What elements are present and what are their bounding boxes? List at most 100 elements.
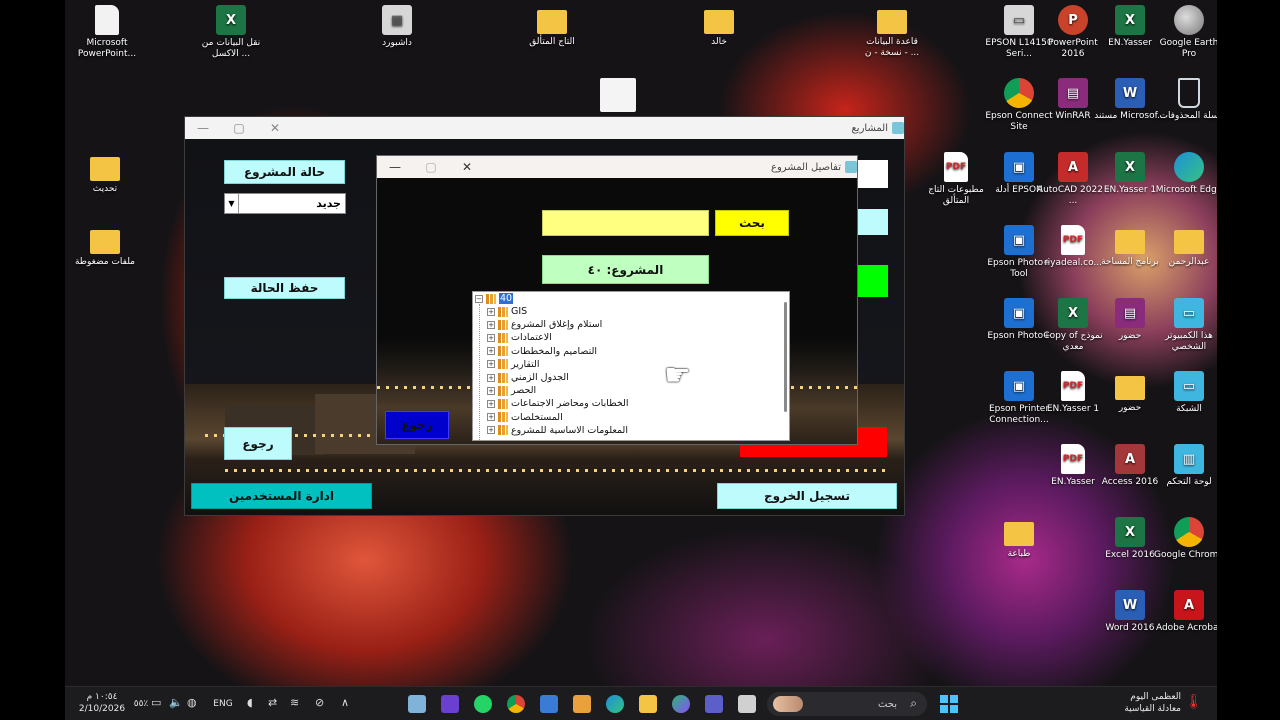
desktop-icon[interactable]: ▭ هذا الكمبيوتر الشخصي [1152, 298, 1217, 353]
project-details-titlebar[interactable]: تفاصيل المشروع — ▢ ✕ [377, 156, 857, 178]
desktop-icon[interactable]: ملفات مضغوطة [68, 225, 142, 268]
close-icon[interactable]: ✕ [257, 117, 293, 139]
desktop-icon[interactable]: خالد [682, 5, 756, 48]
taskbar-search-placeholder: بحث [877, 698, 897, 710]
epson-manual-icon: ▣ [1004, 152, 1034, 182]
taskbar-app-projects[interactable] [408, 695, 426, 713]
taskbar-task-view[interactable] [738, 695, 756, 713]
desktop-icon[interactable]: ▥ لوحة التحكم [1152, 444, 1217, 488]
expand-icon[interactable]: + [487, 413, 495, 422]
taskbar-copilot[interactable] [672, 695, 690, 713]
tree-item[interactable]: + استلام وإغلاق المشروع [487, 318, 602, 331]
projects-window-titlebar[interactable]: المشاريع — ▢ ✕ [185, 117, 904, 139]
project-status-dropdown[interactable]: ▼ جديد [224, 193, 346, 214]
folder-icon [498, 359, 508, 370]
expand-icon[interactable]: + [487, 333, 495, 342]
tree-item[interactable]: + التصاميم والمخططات [487, 345, 597, 358]
search-button[interactable]: بحث [715, 210, 789, 236]
thermometer-icon: 🌡 [1185, 694, 1203, 710]
desktop-icon[interactable]: A Adobe Acrobat [1152, 590, 1217, 634]
language-indicator[interactable]: ENG [209, 698, 237, 710]
tree-item[interactable]: + الخطابات ومحاضر الاجتماعات [487, 397, 629, 410]
desktop-icon[interactable]: ▭ الشبكة [1152, 371, 1217, 415]
minimize-icon[interactable]: — [377, 156, 413, 178]
expand-icon[interactable]: + [487, 320, 495, 329]
desktop-icon-label: سلة المحذوفات [1159, 111, 1217, 121]
tree-root[interactable]: − 40 [475, 292, 514, 305]
desktop-icon[interactable]: عبدالرحمن [1152, 225, 1217, 268]
logout-button[interactable]: تسجيل الخروج [717, 483, 897, 509]
desktop-icon[interactable]: تحديث [68, 152, 142, 195]
taskbar-teams[interactable] [705, 695, 723, 713]
minimize-icon[interactable]: — [185, 117, 221, 139]
desktop-icon[interactable]: Google Chrome [1152, 517, 1217, 561]
taskbar-visual-studio[interactable] [441, 695, 459, 713]
camera-off-icon[interactable]: ⊘ [315, 696, 324, 709]
tree-item[interactable]: + الجدول الزمني [487, 371, 569, 384]
desktop-icon[interactable]: طباعة [982, 517, 1056, 560]
taskbar-file-explorer[interactable] [639, 695, 657, 713]
weather-line1: العظمى اليوم [1130, 692, 1181, 702]
user-admin-button[interactable]: ادارة المستخدمين [191, 483, 372, 509]
sync-icon[interactable]: ⇄ [268, 696, 277, 709]
chevron-down-icon[interactable]: ▼ [225, 194, 239, 213]
desktop-icon-label: هذا الكمبيوتر الشخصي [1165, 331, 1213, 352]
right-panel-button[interactable] [858, 209, 888, 235]
desktop-icon[interactable]: X نقل البيانات من الاكسل ... [194, 5, 268, 60]
save-status-button[interactable]: حفظ الحالة [224, 277, 345, 299]
desktop-icon-label: Microsoft PowerPoint... [77, 38, 137, 59]
weather-widget[interactable]: العظمى اليوم معادلة القياسية [1105, 691, 1181, 715]
search-input[interactable] [542, 210, 709, 236]
folder-icon [486, 293, 496, 304]
clock[interactable]: ١٠:٥٤ م 2/10/2026 [77, 691, 127, 715]
desktop-icon[interactable]: التاج المتألق [515, 5, 589, 48]
microphone-icon[interactable]: ◖ [247, 696, 253, 709]
tree-item[interactable]: + الحصر [487, 384, 536, 397]
desktop-icon[interactable]: Microsoft PowerPoint... [70, 5, 144, 60]
expand-icon[interactable]: + [487, 360, 495, 369]
volume-icon[interactable]: 🔈 [169, 696, 183, 709]
desktop-icon[interactable]: Google Earth Pro [1152, 5, 1217, 60]
tree-item[interactable]: + الاعتمادات [487, 331, 552, 344]
desktop-icon[interactable]: Microsoft Edge [1152, 152, 1217, 196]
expand-icon[interactable]: + [487, 347, 495, 356]
expand-icon[interactable]: + [487, 426, 495, 435]
right-panel-field[interactable] [858, 160, 888, 188]
taskbar-snipping-tool[interactable] [540, 695, 558, 713]
taskbar-edge[interactable] [606, 695, 624, 713]
desktop-icon[interactable]: قاعدة البيانات نسخة - ن - ... [855, 5, 929, 59]
windows-logo-tile [940, 695, 948, 703]
desktop-icon-label: ملفات مضغوطة [74, 257, 136, 267]
close-icon[interactable]: ✕ [449, 156, 485, 178]
maximize-icon[interactable]: ▢ [413, 156, 449, 178]
folder-icon [498, 372, 508, 383]
tree-item[interactable]: + GIS [487, 305, 527, 318]
back-button[interactable]: رجوع [224, 427, 292, 460]
right-panel-green-button[interactable] [858, 265, 888, 297]
scrollbar[interactable] [784, 302, 787, 412]
expand-icon[interactable]: + [487, 399, 495, 408]
battery-icon[interactable]: ▭ [151, 696, 161, 709]
taskbar-store[interactable] [573, 695, 591, 713]
taskbar-chrome[interactable] [507, 695, 525, 713]
wifi-icon[interactable]: ≋ [290, 696, 299, 709]
collapse-icon[interactable]: − [475, 294, 483, 303]
expand-icon[interactable]: + [487, 307, 495, 316]
start-button[interactable] [940, 695, 958, 713]
screen-border-right [1217, 0, 1280, 686]
project-folder-tree[interactable]: − 40 + GIS + استلام وإغلاق المشروع + الاعتماد… [472, 291, 790, 441]
desktop-icon[interactable]: سلة المحذوفات [1152, 78, 1217, 122]
desktop-icon[interactable]: ▦ داشبورد [360, 5, 434, 49]
taskbar-whatsapp[interactable] [474, 695, 492, 713]
chevron-up-icon[interactable]: ∧ [341, 696, 349, 709]
back-button[interactable]: رجوع [385, 411, 449, 439]
globe-icon[interactable]: ◍ [187, 696, 197, 709]
maximize-icon[interactable]: ▢ [221, 117, 257, 139]
floating-app-icon[interactable] [600, 78, 636, 112]
expand-icon[interactable]: + [487, 373, 495, 382]
tree-item[interactable]: + المستخلصات [487, 411, 563, 424]
tree-item[interactable]: + المعلومات الاساسية للمشروع [487, 424, 628, 437]
expand-icon[interactable]: + [487, 386, 495, 395]
tree-item[interactable]: + التقارير [487, 358, 540, 371]
taskbar-search[interactable]: بحث ⌕ [767, 692, 927, 716]
